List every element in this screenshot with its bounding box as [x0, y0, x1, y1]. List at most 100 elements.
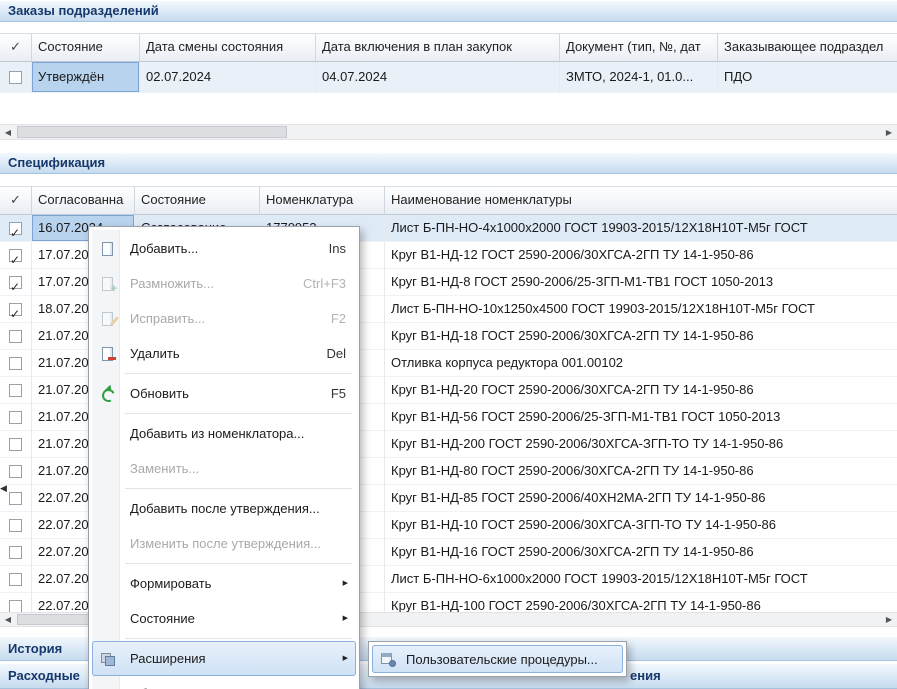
menu-item[interactable]: Формировать: [92, 566, 356, 601]
row-checkbox-icon[interactable]: [9, 71, 22, 84]
menu-item[interactable]: Удалить Del: [92, 336, 356, 371]
row-check-cell[interactable]: [0, 215, 32, 242]
order-state-date-cell[interactable]: 02.07.2024: [140, 62, 316, 93]
document-duplicate-icon: [100, 276, 116, 292]
orders-col-check[interactable]: ✓: [0, 34, 32, 61]
spec-name-cell[interactable]: Круг В1-НД-20 ГОСТ 2590-2006/30ХГСА-2ГП …: [385, 377, 897, 404]
menu-item-label: Пользовательские процедуры...: [406, 652, 613, 667]
menu-item-shortcut: F5: [331, 386, 346, 401]
orders-panel-header[interactable]: Заказы подразделений: [0, 0, 897, 22]
row-checkbox-icon[interactable]: [9, 222, 22, 235]
row-check-cell[interactable]: [0, 62, 32, 93]
menu-separator: [125, 488, 352, 489]
menu-item[interactable]: Добавить... Ins: [92, 231, 356, 266]
row-check-cell[interactable]: [0, 242, 32, 269]
spec-col-check[interactable]: ✓: [0, 187, 32, 214]
panel-title-fragment: ения: [630, 664, 661, 687]
splitter-collapse-arrow-icon[interactable]: [0, 478, 12, 498]
orders-col-document[interactable]: Документ (тип, №, дат: [560, 34, 718, 61]
spec-name-cell[interactable]: Круг В1-НД-56 ГОСТ 2590-2006/25-ЗГП-М1-Т…: [385, 404, 897, 431]
extensions-submenu: Пользовательские процедуры...: [368, 641, 627, 677]
scroll-left-arrow-icon[interactable]: [0, 613, 16, 626]
spec-name-cell[interactable]: Круг В1-НД-85 ГОСТ 2590-2006/40ХН2МА-2ГП…: [385, 485, 897, 512]
spec-col-name[interactable]: Наименование номенклатуры: [385, 187, 897, 214]
row-checkbox-icon[interactable]: [9, 384, 22, 397]
context-menu-items: Добавить... Ins Размножить... Ctrl+F3 Ис…: [92, 231, 356, 689]
order-row[interactable]: Утверждён 02.07.2024 04.07.2024 ЗМТО, 20…: [0, 62, 897, 93]
spec-name-cell[interactable]: Круг В1-НД-16 ГОСТ 2590-2006/30ХГСА-2ГП …: [385, 539, 897, 566]
document-delete-icon: [100, 346, 116, 362]
menu-item[interactable]: Состояние: [92, 601, 356, 636]
orders-table: ✓ Состояние Дата смены состояния Дата вк…: [0, 33, 897, 93]
order-document-cell[interactable]: ЗМТО, 2024-1, 01.0...: [560, 62, 718, 93]
menu-item[interactable]: Обновить F5: [92, 376, 356, 411]
row-check-cell[interactable]: [0, 404, 32, 431]
spec-name-cell[interactable]: Отливка корпуса редуктора 001.00102: [385, 350, 897, 377]
spec-col-state[interactable]: Состояние: [135, 187, 260, 214]
spec-col-agreed-date[interactable]: Согласованна: [32, 187, 135, 214]
row-checkbox-icon[interactable]: [9, 357, 22, 370]
row-checkbox-icon[interactable]: [9, 411, 22, 424]
menu-item[interactable]: Пользовательские процедуры...: [372, 645, 623, 673]
row-check-cell[interactable]: [0, 539, 32, 566]
row-checkbox-icon[interactable]: [9, 573, 22, 586]
row-checkbox-icon[interactable]: [9, 249, 22, 262]
context-menu: Добавить... Ins Размножить... Ctrl+F3 Ис…: [88, 226, 360, 689]
menu-item[interactable]: Добавить из номенклатора...: [92, 416, 356, 451]
row-check-cell[interactable]: [0, 269, 32, 296]
row-checkbox-icon[interactable]: [9, 438, 22, 451]
spec-col-nomenclature[interactable]: Номенклатура: [260, 187, 385, 214]
row-checkbox-icon[interactable]: [9, 546, 22, 559]
menu-item[interactable]: Добавить после утверждения...: [92, 491, 356, 526]
scroll-right-arrow-icon[interactable]: [881, 613, 897, 626]
row-check-cell[interactable]: [0, 512, 32, 539]
scroll-left-arrow-icon[interactable]: [0, 125, 16, 139]
expense-panel-title: Расходные: [8, 668, 80, 683]
row-checkbox-icon[interactable]: [9, 330, 22, 343]
orders-col-plan-date[interactable]: Дата включения в план закупок: [316, 34, 560, 61]
spec-name-cell[interactable]: Лист Б-ПН-НО-4х1000х2000 ГОСТ 19903-2015…: [385, 215, 897, 242]
orders-col-state[interactable]: Состояние: [32, 34, 140, 61]
spec-name-cell[interactable]: Лист Б-ПН-НО-6х1000х2000 ГОСТ 19903-2015…: [385, 566, 897, 593]
row-check-cell[interactable]: [0, 296, 32, 323]
row-check-cell[interactable]: [0, 323, 32, 350]
row-checkbox-icon[interactable]: [9, 465, 22, 478]
row-check-cell[interactable]: [0, 431, 32, 458]
orders-col-department[interactable]: Заказывающее подраздел: [718, 34, 897, 61]
order-plan-date-cell[interactable]: 04.07.2024: [316, 62, 560, 93]
menu-separator: [125, 638, 352, 639]
menu-item-label: Заменить...: [130, 461, 346, 476]
menu-item-label: Добавить из номенклатора...: [130, 426, 346, 441]
menu-item-shortcut: Ctrl+F3: [303, 276, 346, 291]
menu-item[interactable]: Расширения: [92, 641, 356, 676]
spec-table-header-row: ✓ Согласованна Состояние Номенклатура На…: [0, 186, 897, 215]
row-checkbox-icon[interactable]: [9, 276, 22, 289]
spec-name-cell[interactable]: Круг В1-НД-18 ГОСТ 2590-2006/30ХГСА-2ГП …: [385, 323, 897, 350]
row-checkbox-icon[interactable]: [9, 519, 22, 532]
scrollbar-thumb[interactable]: [17, 126, 287, 138]
orders-col-state-date[interactable]: Дата смены состояния: [140, 34, 316, 61]
spec-name-cell[interactable]: Круг В1-НД-80 ГОСТ 2590-2006/30ХГСА-2ГП …: [385, 458, 897, 485]
order-state-cell[interactable]: Утверждён: [32, 62, 140, 93]
spec-name-cell[interactable]: Круг В1-НД-200 ГОСТ 2590-2006/30ХГСА-ЗГП…: [385, 431, 897, 458]
spec-panel-header[interactable]: Спецификация: [0, 152, 897, 174]
orders-horizontal-scrollbar[interactable]: [0, 124, 897, 140]
menu-item[interactable]: Обмен: [92, 676, 356, 689]
scroll-right-arrow-icon[interactable]: [881, 125, 897, 139]
spec-name-cell[interactable]: Лист Б-ПН-НО-10х1250х4500 ГОСТ 19903-201…: [385, 296, 897, 323]
order-department-cell[interactable]: ПДО: [718, 62, 897, 93]
extensions-icon: [100, 651, 116, 667]
spec-name-cell[interactable]: Круг В1-НД-10 ГОСТ 2590-2006/30ХГСА-ЗГП-…: [385, 512, 897, 539]
row-check-cell[interactable]: [0, 566, 32, 593]
row-check-cell[interactable]: [0, 377, 32, 404]
row-checkbox-icon[interactable]: [9, 303, 22, 316]
document-edit-icon: [100, 311, 116, 327]
spec-name-cell[interactable]: Круг В1-НД-8 ГОСТ 2590-2006/25-ЗГП-М1-ТВ…: [385, 269, 897, 296]
row-check-cell[interactable]: [0, 350, 32, 377]
document-add-icon: [100, 241, 116, 257]
menu-item: Изменить после утверждения...: [92, 526, 356, 561]
row-checkbox-icon[interactable]: [9, 600, 22, 613]
menu-separator: [125, 563, 352, 564]
spec-name-cell[interactable]: Круг В1-НД-12 ГОСТ 2590-2006/30ХГСА-2ГП …: [385, 242, 897, 269]
menu-item-label: Добавить...: [130, 241, 313, 256]
